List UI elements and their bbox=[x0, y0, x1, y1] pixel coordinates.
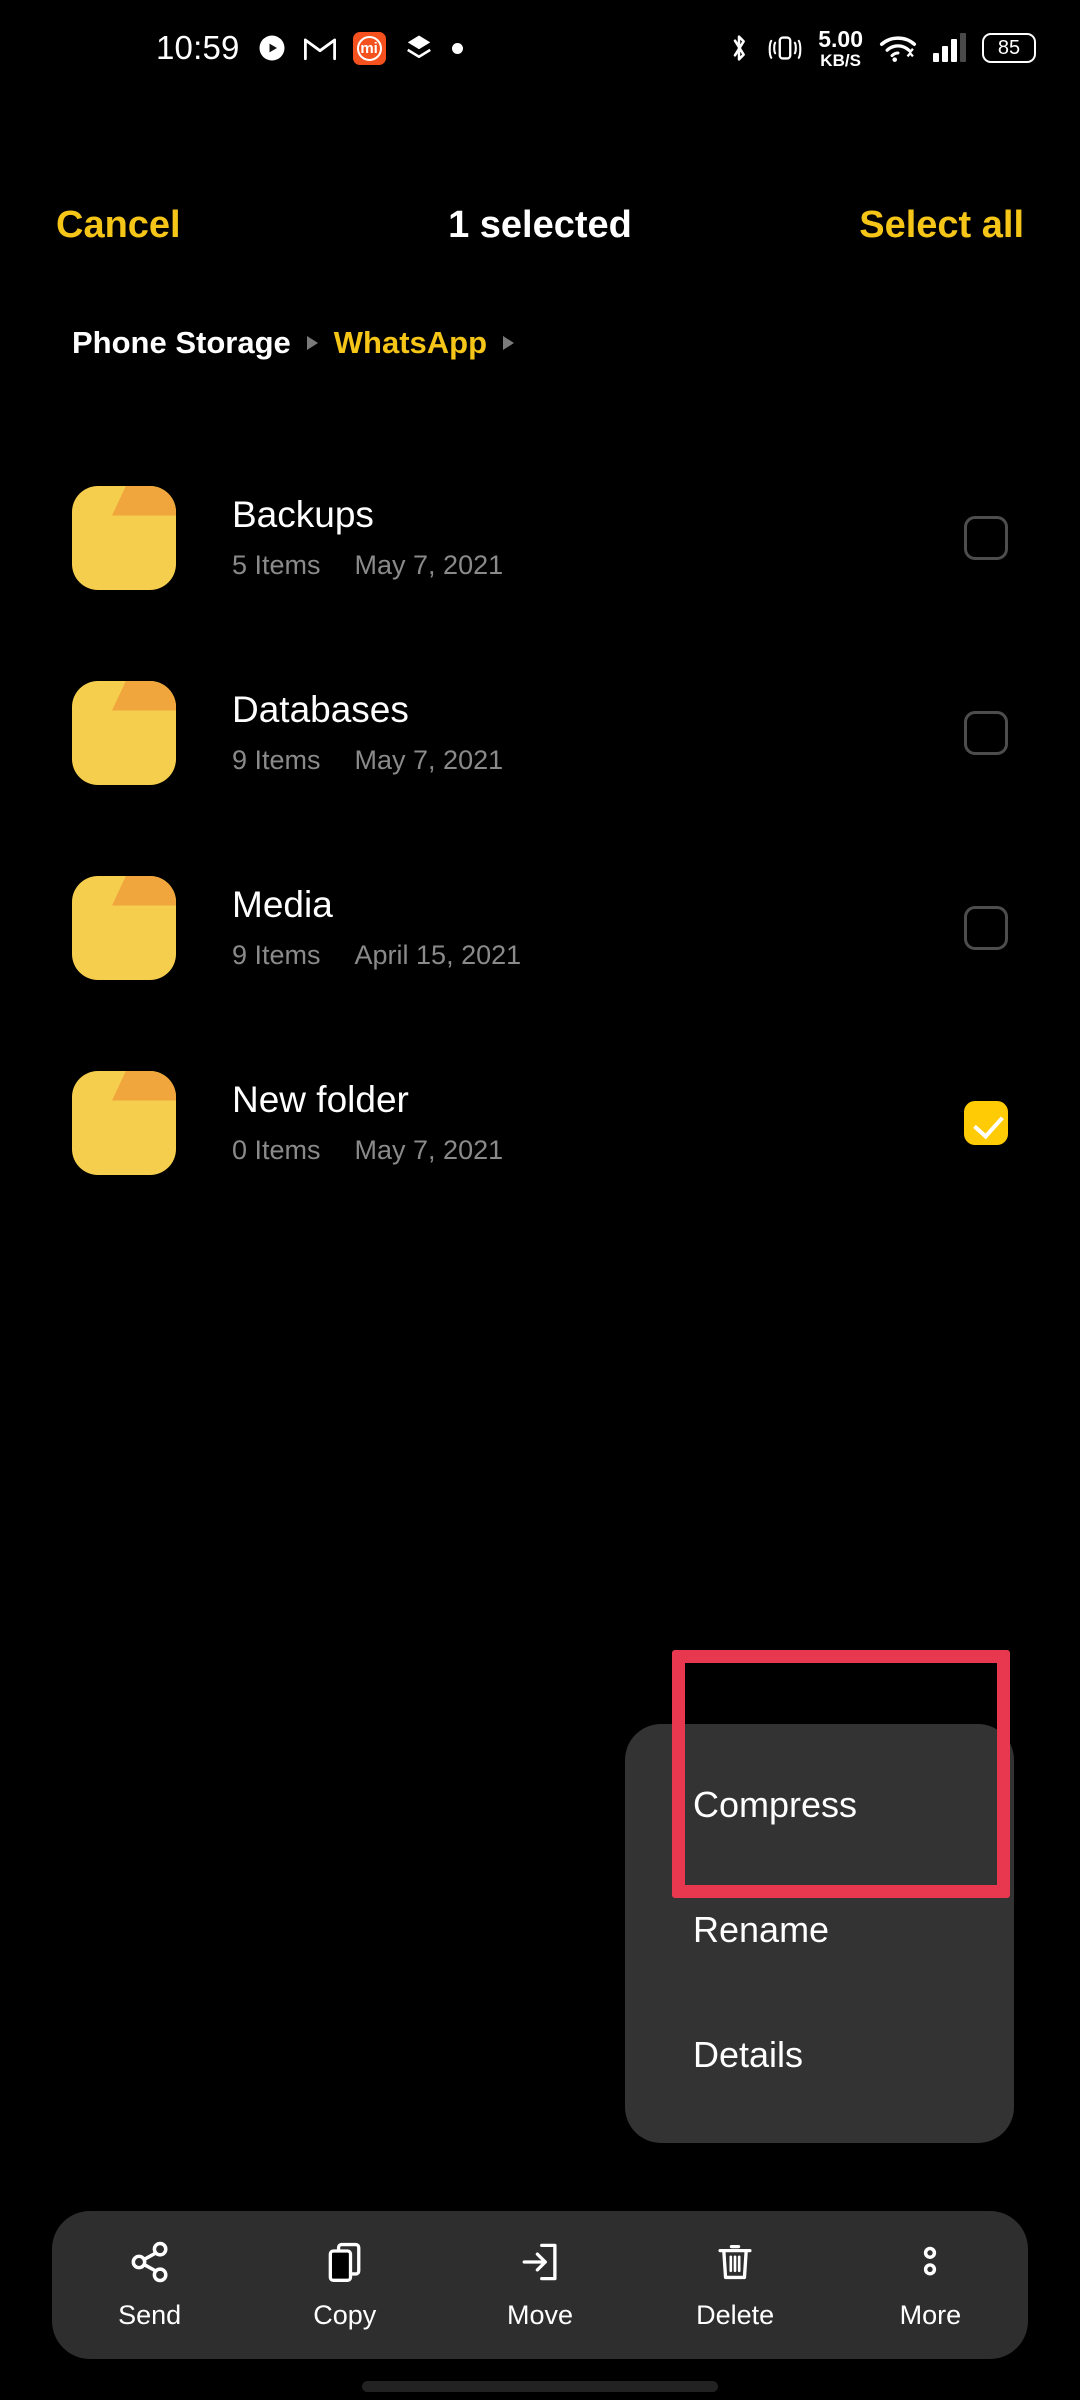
row-text: New folder 0 Items May 7, 2021 bbox=[232, 1079, 940, 1167]
folder-name: Databases bbox=[232, 688, 409, 730]
folder-icon bbox=[72, 1070, 176, 1175]
folder-icon bbox=[72, 485, 176, 590]
move-icon bbox=[519, 2240, 561, 2284]
folder-name: New folder bbox=[232, 1078, 409, 1120]
cancel-button[interactable]: Cancel bbox=[56, 204, 181, 247]
menu-item-details[interactable]: Details bbox=[625, 1992, 1014, 2117]
file-list: Backups 5 Items May 7, 2021 Databases 9 … bbox=[0, 440, 1080, 1220]
menu-item-rename[interactable]: Rename bbox=[625, 1867, 1014, 1992]
select-all-button[interactable]: Select all bbox=[859, 204, 1024, 247]
row-text: Databases 9 Items May 7, 2021 bbox=[232, 689, 940, 777]
folder-name: Media bbox=[232, 883, 333, 925]
breadcrumb-item-phone-storage[interactable]: Phone Storage bbox=[72, 325, 291, 361]
folder-name: Backups bbox=[232, 493, 374, 535]
copy-icon bbox=[324, 2240, 366, 2284]
breadcrumb-separator-icon bbox=[503, 336, 515, 350]
wifi-icon bbox=[879, 33, 917, 63]
cellular-signal-icon bbox=[933, 32, 966, 62]
battery-level: 85 bbox=[997, 36, 1021, 59]
table-row[interactable]: Backups 5 Items May 7, 2021 bbox=[0, 440, 1080, 635]
menu-item-compress[interactable]: Compress bbox=[625, 1742, 1014, 1867]
folder-icon bbox=[72, 680, 176, 785]
folder-meta: 0 Items May 7, 2021 bbox=[232, 1135, 940, 1166]
folder-meta: 5 Items May 7, 2021 bbox=[232, 550, 940, 581]
folder-date: April 15, 2021 bbox=[354, 940, 522, 971]
table-row[interactable]: Media 9 Items April 15, 2021 bbox=[0, 830, 1080, 1025]
folder-item-count: 0 Items bbox=[232, 1135, 321, 1166]
row-checkbox[interactable] bbox=[964, 710, 1008, 755]
more-options-popup-menu: Compress Rename Details bbox=[625, 1724, 1014, 2143]
phone-screen: 10:59 mi 5.00 KB/S 85 Cancel 1 selected … bbox=[0, 0, 1080, 2400]
selection-action-toolbar: Send Copy Move Delete More bbox=[52, 2211, 1028, 2359]
row-text: Backups 5 Items May 7, 2021 bbox=[232, 494, 940, 582]
breadcrumb-separator-icon bbox=[306, 336, 318, 350]
folder-item-count: 5 Items bbox=[232, 550, 321, 581]
table-row[interactable]: Databases 9 Items May 7, 2021 bbox=[0, 635, 1080, 830]
bluetooth-icon bbox=[726, 32, 752, 64]
row-checkbox[interactable] bbox=[964, 905, 1008, 950]
battery-indicator: 85 bbox=[982, 33, 1036, 63]
layers-notification-icon bbox=[403, 33, 435, 63]
delete-button[interactable]: Delete bbox=[650, 2240, 820, 2331]
more-label: More bbox=[899, 2299, 962, 2330]
more-button[interactable]: More bbox=[845, 2240, 1015, 2331]
copy-label: Copy bbox=[313, 2299, 377, 2330]
breadcrumb: Phone Storage WhatsApp bbox=[72, 325, 516, 361]
table-row[interactable]: New folder 0 Items May 7, 2021 bbox=[0, 1025, 1080, 1220]
folder-date: May 7, 2021 bbox=[354, 745, 504, 776]
folder-item-count: 9 Items bbox=[232, 940, 321, 971]
delete-label: Delete bbox=[696, 2299, 775, 2330]
copy-button[interactable]: Copy bbox=[260, 2240, 430, 2331]
status-bar-right: 5.00 KB/S 85 bbox=[726, 25, 1036, 70]
gesture-navigation-bar[interactable] bbox=[362, 2381, 718, 2392]
row-checkbox[interactable] bbox=[964, 1100, 1008, 1145]
breadcrumb-item-whatsapp[interactable]: WhatsApp bbox=[334, 325, 487, 361]
more-vertical-icon bbox=[909, 2240, 951, 2284]
row-text: Media 9 Items April 15, 2021 bbox=[232, 884, 940, 972]
folder-item-count: 9 Items bbox=[232, 745, 321, 776]
folder-date: May 7, 2021 bbox=[354, 550, 504, 581]
status-bar-clock: 10:59 bbox=[156, 29, 240, 66]
network-speed-unit: KB/S bbox=[820, 50, 861, 70]
network-speed-indicator: 5.00 KB/S bbox=[818, 25, 863, 70]
send-label: Send bbox=[118, 2299, 182, 2330]
network-speed-value: 5.00 bbox=[818, 25, 863, 52]
share-icon bbox=[129, 2240, 171, 2284]
media-notification-icon bbox=[257, 33, 287, 63]
move-button[interactable]: Move bbox=[455, 2240, 625, 2331]
dot-notification-icon bbox=[451, 42, 463, 54]
row-checkbox[interactable] bbox=[964, 515, 1008, 560]
folder-icon bbox=[72, 875, 176, 980]
move-label: Move bbox=[506, 2299, 573, 2330]
status-bar-left: 10:59 mi bbox=[156, 29, 463, 67]
selection-app-bar: Cancel 1 selected Select all bbox=[0, 170, 1080, 280]
send-button[interactable]: Send bbox=[65, 2240, 235, 2331]
status-bar: 10:59 mi 5.00 KB/S 85 bbox=[0, 0, 1080, 96]
folder-meta: 9 Items April 15, 2021 bbox=[232, 940, 940, 971]
vibrate-icon bbox=[768, 33, 802, 63]
mi-app-icon: mi bbox=[352, 31, 386, 65]
gmail-icon bbox=[303, 35, 336, 61]
trash-icon bbox=[714, 2240, 756, 2284]
folder-date: May 7, 2021 bbox=[354, 1135, 504, 1166]
folder-meta: 9 Items May 7, 2021 bbox=[232, 745, 940, 776]
